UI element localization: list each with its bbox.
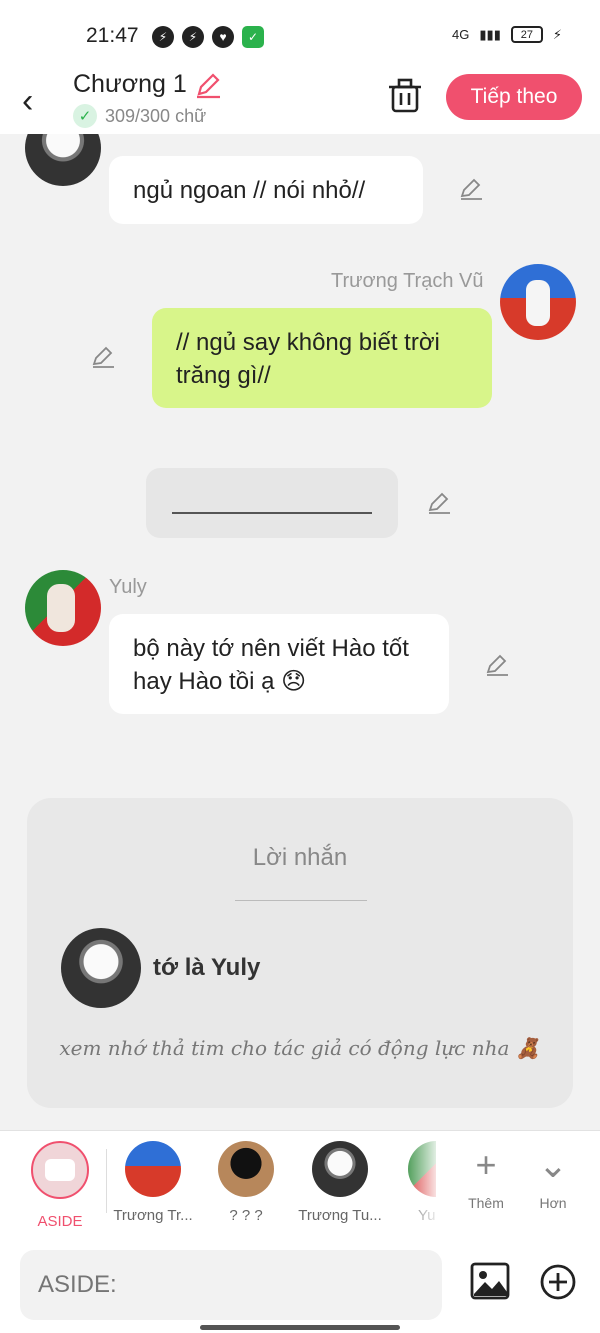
note-title: Lời nhắn [252, 844, 348, 871]
bar-divider [106, 1149, 107, 1213]
messenger-icon: ⚡ [182, 26, 204, 48]
add-circle-icon[interactable] [540, 1264, 576, 1300]
character-item[interactable]: ? ? ? [201, 1141, 291, 1224]
author-avatar [61, 928, 141, 1008]
signal-icon: ▮▮▮ [479, 26, 501, 42]
character-aside[interactable]: ASIDE [15, 1141, 105, 1230]
avatar[interactable] [500, 264, 576, 340]
edit-icon[interactable] [426, 490, 452, 516]
divider-block[interactable] [146, 468, 398, 538]
aside-icon [31, 1141, 89, 1199]
input-bar [0, 1238, 600, 1333]
chapter-title[interactable]: Chương 1 [73, 70, 187, 99]
character-label: Trương Tu... [298, 1207, 382, 1224]
network-label: 4G [452, 27, 470, 42]
add-label: Thêm [468, 1195, 504, 1211]
note-message: xem nhớ thả tim cho tác giả có động lực … [59, 1036, 541, 1060]
more-label: Hơn [539, 1195, 567, 1211]
message-bubble[interactable]: // ngủ say không biết trời trăng gì// [152, 308, 492, 408]
check-icon: ✓ [73, 104, 97, 128]
add-character-button[interactable]: + Thêm [456, 1144, 516, 1212]
shield-icon: ✓ [242, 26, 264, 48]
heart-monitor-icon: ♥ [212, 26, 234, 48]
divider-line [172, 512, 372, 514]
notification-icons: ⚡ ⚡ ♥ ✓ [152, 26, 264, 48]
status-time: 21:47 [86, 24, 139, 47]
system-icons: 4G ▮▮▮ 27 ⚡ [452, 26, 562, 43]
more-button[interactable]: ⌄ Hơn [523, 1144, 583, 1212]
character-label: ASIDE [37, 1213, 83, 1230]
sender-name: Yuly [109, 576, 147, 598]
character-avatar [218, 1141, 274, 1197]
author-name: tớ là Yuly [153, 954, 261, 981]
scroll-fade [400, 1131, 442, 1239]
avatar[interactable] [25, 570, 101, 646]
edit-title-icon[interactable] [193, 70, 223, 100]
character-label: Trương Tr... [113, 1207, 193, 1224]
word-count-label: 309/300 chữ [105, 105, 207, 126]
home-indicator [200, 1325, 400, 1330]
next-button[interactable]: Tiếp theo [446, 74, 582, 120]
character-item[interactable]: Trương Tr... [108, 1141, 198, 1224]
battery-icon: 27 [510, 26, 543, 43]
chapter-header: ‹ Chương 1 ✓ 309/300 chữ Tiếp theo [0, 70, 600, 134]
character-avatar [125, 1141, 181, 1197]
edit-icon[interactable] [458, 176, 484, 202]
message-input[interactable] [20, 1250, 442, 1320]
sender-name: Trương Trạch Vũ [331, 270, 484, 292]
charging-icon: ⚡ [552, 26, 562, 42]
trash-icon[interactable] [388, 78, 422, 114]
message-bubble[interactable]: bộ này tớ nên viết Hào tốt hay Hào tồi ạ… [109, 614, 449, 714]
message-bubble[interactable]: ngủ ngoan // nói nhỏ// [109, 156, 423, 224]
chat-area[interactable]: ngủ ngoan // nói nhỏ// Trương Trạch Vũ /… [0, 134, 600, 1130]
status-bar: 21:47 ⚡ ⚡ ♥ ✓ 4G ▮▮▮ 27 ⚡ [0, 0, 600, 70]
note-divider [235, 900, 367, 901]
character-label: ? ? ? [229, 1207, 263, 1224]
author-note-card: Lời nhắn tớ là Yuly xem nhớ thả tim cho … [27, 798, 573, 1108]
character-avatar [312, 1141, 368, 1197]
plus-icon: + [475, 1144, 497, 1185]
chevron-down-icon: ⌄ [537, 1144, 569, 1185]
avatar[interactable] [25, 134, 101, 186]
character-item[interactable]: Trương Tu... [295, 1141, 385, 1224]
character-bar: ASIDE Trương Tr... ? ? ? Trương Tu... Yu… [0, 1130, 600, 1239]
image-icon[interactable] [470, 1262, 510, 1300]
messenger-icon: ⚡ [152, 26, 174, 48]
back-arrow-icon[interactable]: ‹ [22, 82, 33, 121]
edit-icon[interactable] [484, 652, 510, 678]
word-count: ✓ 309/300 chữ [73, 104, 206, 128]
edit-icon[interactable] [90, 344, 116, 370]
